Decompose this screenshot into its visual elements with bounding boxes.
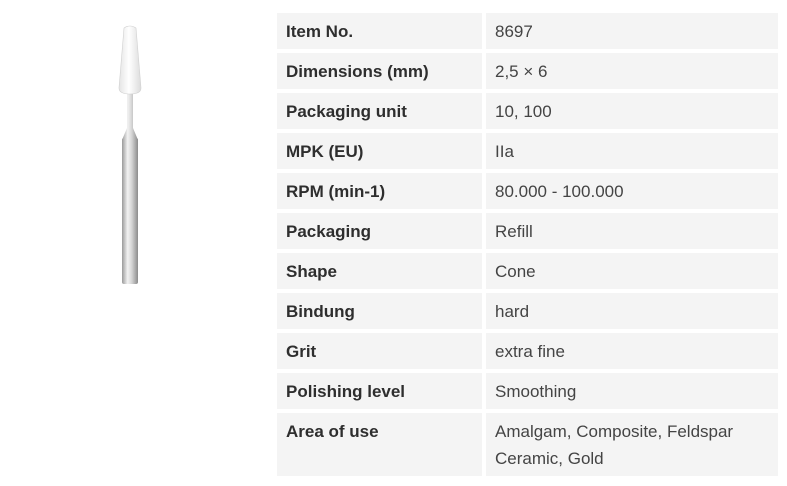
spec-label: Shape (277, 253, 486, 289)
spec-row: RPM (min-1) 80.000 - 100.000 (277, 173, 778, 209)
spec-value: Cone (486, 253, 778, 289)
spec-value: 80.000 - 100.000 (486, 173, 778, 209)
spec-value: Refill (486, 213, 778, 249)
spec-value: 8697 (486, 13, 778, 49)
spec-value: Smoothing (486, 373, 778, 409)
spec-label: Bindung (277, 293, 486, 329)
product-image (112, 24, 152, 286)
spec-value: IIa (486, 133, 778, 169)
spec-label: Polishing level (277, 373, 486, 409)
spec-label: Packaging (277, 213, 486, 249)
spec-value: hard (486, 293, 778, 329)
spec-label: Dimensions (mm) (277, 53, 486, 89)
spec-label: Grit (277, 333, 486, 369)
spec-row: Item No. 8697 (277, 13, 778, 49)
spec-value: 10, 100 (486, 93, 778, 129)
spec-row: MPK (EU) IIa (277, 133, 778, 169)
spec-label: RPM (min-1) (277, 173, 486, 209)
spec-row: Packaging unit 10, 100 (277, 93, 778, 129)
spec-label: Area of use (277, 413, 486, 476)
spec-row: Packaging Refill (277, 213, 778, 249)
spec-label: MPK (EU) (277, 133, 486, 169)
specs-table: Item No. 8697 Dimensions (mm) 2,5 × 6 Packag… (277, 9, 778, 480)
spec-row: Dimensions (mm) 2,5 × 6 (277, 53, 778, 89)
spec-value: 2,5 × 6 (486, 53, 778, 89)
spec-row: Area of use Amalgam, Composite, Feldspar … (277, 413, 778, 476)
spec-row: Grit extra fine (277, 333, 778, 369)
spec-value: Amalgam, Composite, Feldspar Ceramic, Go… (486, 413, 778, 476)
spec-row: Polishing level Smoothing (277, 373, 778, 409)
spec-label: Packaging unit (277, 93, 486, 129)
spec-label: Item No. (277, 13, 486, 49)
spec-value: extra fine (486, 333, 778, 369)
spec-row: Bindung hard (277, 293, 778, 329)
spec-row: Shape Cone (277, 253, 778, 289)
